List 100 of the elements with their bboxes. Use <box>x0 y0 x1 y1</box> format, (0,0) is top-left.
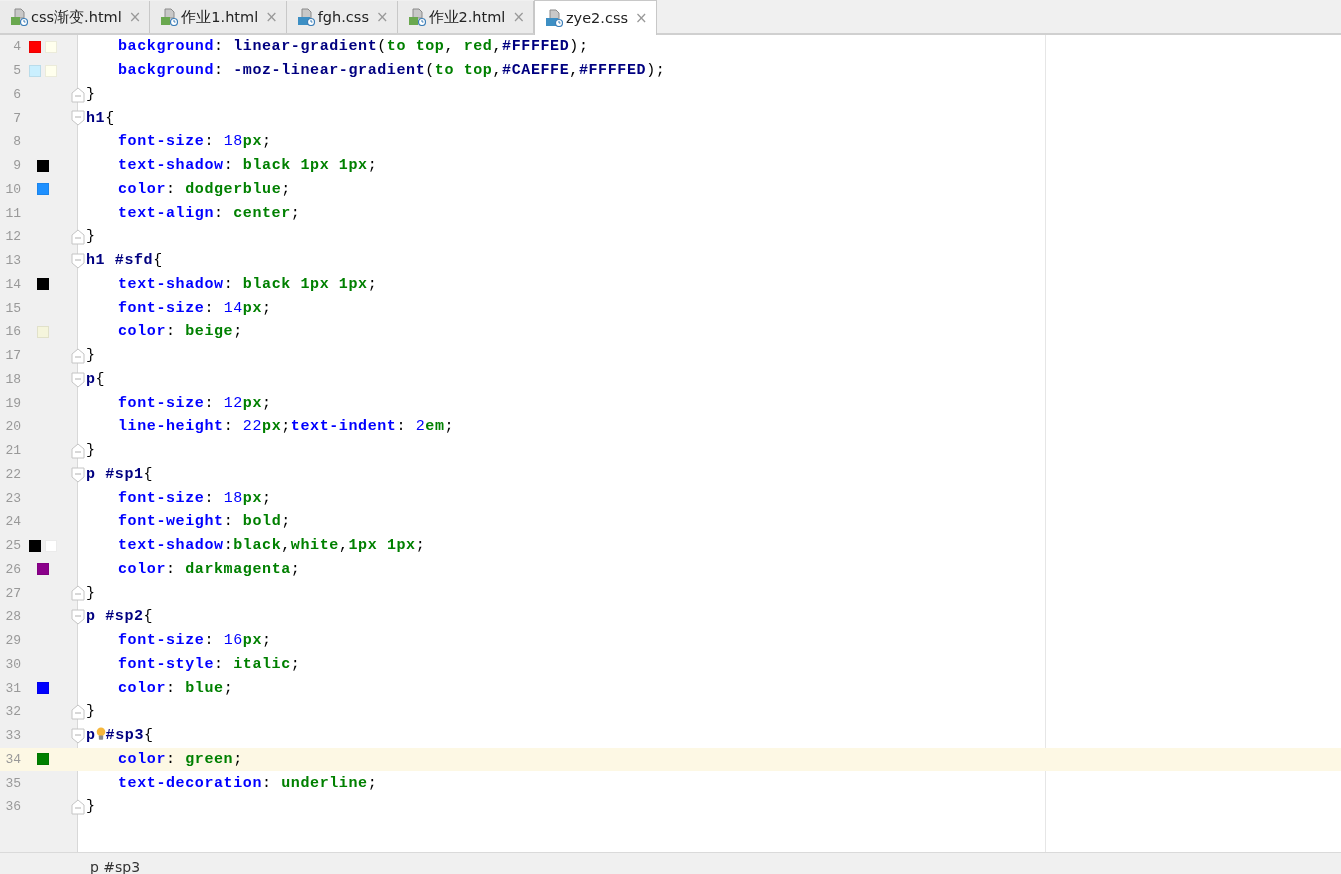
editor-tab[interactable]: 作业2.html × <box>397 1 534 33</box>
code-line: #sp3{ <box>105 727 154 745</box>
breadcrumb[interactable]: p #sp3 <box>90 853 141 874</box>
fold-marker-icon[interactable] <box>71 347 85 364</box>
code-line: } <box>86 228 96 246</box>
fold-marker-icon[interactable] <box>71 229 85 245</box>
line-number: 13 <box>4 253 21 269</box>
code-line: color: darkmagenta; <box>118 560 301 578</box>
code-line: } <box>86 703 96 721</box>
line-number: 20 <box>4 419 21 435</box>
line-number: 31 <box>4 680 21 696</box>
code-line: color: dodgerblue; <box>118 180 291 198</box>
line-number: 32 <box>4 704 21 720</box>
tab-label: fgh.css <box>317 9 369 25</box>
line-number: 11 <box>4 205 21 221</box>
line-number: 27 <box>4 585 21 601</box>
line-number: 30 <box>4 656 21 672</box>
line-number: 17 <box>4 348 21 364</box>
code-line: text-shadow: black 1px 1px; <box>118 157 378 175</box>
code-line: color: green; <box>118 750 243 768</box>
line-number: 21 <box>4 443 21 459</box>
fold-marker-icon[interactable] <box>71 585 85 602</box>
color-swatch[interactable] <box>29 64 41 77</box>
code-line: color: blue; <box>118 679 234 697</box>
line-number: 22 <box>4 466 21 482</box>
fold-marker-icon[interactable] <box>71 442 85 459</box>
code-line: text-decoration: underline; <box>118 774 378 792</box>
file-icon <box>407 8 426 26</box>
code-line: p #sp2{ <box>86 608 154 626</box>
editor-tab[interactable]: fgh.css × <box>286 1 398 33</box>
code-line: color: beige; <box>118 323 243 341</box>
color-swatch[interactable] <box>37 682 49 695</box>
line-number: 7 <box>12 110 21 126</box>
code-line: font-size: 18px; <box>118 133 272 151</box>
line-number: 34 <box>4 751 21 767</box>
fold-marker-icon[interactable] <box>71 371 85 388</box>
code-line: background: -moz-linear-gradient(to top,#CAEFFE,#FFFFED); <box>118 62 666 80</box>
code-line: p #sp1{ <box>86 465 154 483</box>
line-number: 25 <box>4 538 21 554</box>
color-swatch[interactable] <box>37 278 49 291</box>
tab-label: css渐变.html <box>31 7 122 27</box>
fold-marker-icon[interactable] <box>71 609 85 625</box>
line-number: 4 <box>12 39 21 55</box>
line-number: 29 <box>4 633 21 649</box>
color-swatch[interactable] <box>37 325 49 338</box>
color-swatch[interactable] <box>37 159 49 172</box>
line-number: 24 <box>4 514 21 530</box>
color-swatch[interactable] <box>37 183 49 196</box>
fold-marker-icon[interactable] <box>71 86 85 103</box>
code-line: } <box>86 347 96 365</box>
code-line: p{ <box>86 370 106 388</box>
code-line: font-size: 12px; <box>118 394 272 412</box>
file-icon <box>160 8 179 26</box>
color-swatch[interactable] <box>37 563 49 576</box>
tab-label: zye2.css <box>566 10 628 26</box>
line-number: 35 <box>4 775 21 791</box>
file-icon <box>296 8 315 26</box>
line-number: 14 <box>4 276 21 292</box>
code-line: font-size: 16px; <box>118 632 272 650</box>
line-number: 18 <box>4 371 21 387</box>
file-icon <box>545 9 563 27</box>
fold-marker-icon[interactable] <box>71 799 85 815</box>
code-line: text-shadow: black 1px 1px; <box>118 275 378 293</box>
editor-tab[interactable]: css渐变.html × <box>0 1 151 33</box>
code-line: text-align: center; <box>118 204 301 222</box>
code-line: } <box>86 584 96 602</box>
code-line: font-size: 18px; <box>118 489 272 507</box>
line-number: 16 <box>4 324 21 340</box>
fold-marker-icon[interactable] <box>71 252 85 269</box>
fold-marker-icon[interactable] <box>71 704 85 720</box>
fold-marker-icon[interactable] <box>71 466 85 483</box>
editor-tab[interactable]: zye2.css × <box>534 0 657 35</box>
code-line: p <box>86 727 96 745</box>
lightbulb-icon[interactable] <box>95 725 106 742</box>
fold-marker-icon[interactable] <box>71 110 85 127</box>
code-line: font-size: 14px; <box>118 299 272 317</box>
code-line: h1 #sfd{ <box>86 252 163 270</box>
code-line: font-style: italic; <box>118 655 301 673</box>
line-number: 5 <box>12 63 21 79</box>
line-number: 8 <box>12 134 21 150</box>
file-icon <box>10 8 28 26</box>
line-number: 10 <box>4 181 21 197</box>
color-swatch[interactable] <box>29 539 41 552</box>
line-number: 28 <box>4 609 21 625</box>
line-number: 6 <box>12 86 21 102</box>
line-number: 33 <box>4 728 21 744</box>
line-number: 19 <box>4 395 21 411</box>
code-line: h1{ <box>86 109 115 127</box>
line-number: 36 <box>4 799 21 815</box>
tab-label: 作业1.html <box>181 7 259 27</box>
code-line: font-weight: bold; <box>118 513 291 531</box>
line-number: 9 <box>12 158 21 174</box>
code-line: line-height: 22px;text-indent: 2em; <box>118 418 455 436</box>
color-swatch[interactable] <box>29 40 41 53</box>
code-line: } <box>86 798 96 816</box>
editor-tab[interactable]: 作业1.html × <box>150 1 287 33</box>
color-swatch[interactable] <box>37 753 49 766</box>
fold-marker-icon[interactable] <box>71 727 85 744</box>
code-line: background: linear-gradient(to top, red,#FFFFED); <box>118 38 589 56</box>
code-line: } <box>86 85 96 103</box>
